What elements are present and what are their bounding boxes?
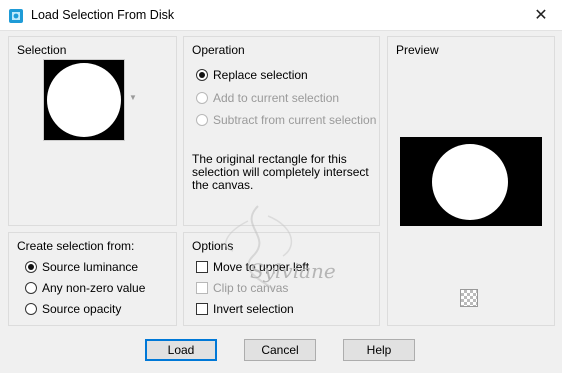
source-opacity-radio[interactable]: Source opacity — [25, 302, 121, 316]
radio-label: Any non-zero value — [42, 281, 146, 295]
load-button[interactable]: Load — [145, 339, 217, 361]
radio-indicator — [196, 114, 208, 126]
close-button[interactable]: ✕ — [520, 0, 562, 30]
checkbox-label: Invert selection — [213, 302, 294, 316]
help-button[interactable]: Help — [343, 339, 415, 361]
window-title: Load Selection From Disk — [31, 8, 175, 22]
preview-selection-shape — [432, 144, 508, 220]
selection-group-title: Selection — [17, 43, 67, 57]
checkbox-box[interactable] — [196, 303, 208, 315]
operation-group: Operation Replace selection Add to curre… — [183, 36, 380, 226]
radio-label: Source opacity — [42, 302, 122, 316]
radio-label: Add to current selection — [213, 91, 340, 105]
selection-thumbnail-dropdown[interactable] — [43, 59, 125, 141]
any-non-zero-value-radio[interactable]: Any non-zero value — [25, 281, 145, 295]
create-selection-group: Create selection from: Source luminance … — [8, 232, 177, 326]
subtract-from-current-selection-radio: Subtract from current selection — [196, 113, 376, 127]
radio-indicator[interactable] — [25, 303, 37, 315]
create-selection-group-title: Create selection from: — [17, 239, 135, 253]
radio-indicator — [196, 92, 208, 104]
title-bar: Load Selection From Disk ✕ — [0, 0, 562, 31]
radio-label: Subtract from current selection — [213, 113, 377, 127]
add-to-current-selection-radio: Add to current selection — [196, 91, 339, 105]
close-icon: ✕ — [534, 7, 548, 24]
dialog-body: Selection ▼ Operation Replace selection … — [0, 31, 562, 373]
radio-label: Replace selection — [213, 68, 308, 82]
app-icon — [9, 9, 23, 23]
source-luminance-radio[interactable]: Source luminance — [25, 260, 138, 274]
cancel-button[interactable]: Cancel — [244, 339, 316, 361]
radio-indicator[interactable] — [196, 69, 208, 81]
radio-indicator[interactable] — [25, 261, 37, 273]
radio-indicator[interactable] — [25, 282, 37, 294]
chevron-down-icon[interactable]: ▼ — [129, 93, 137, 102]
operation-info-text: The original rectangle for this selectio… — [192, 152, 369, 192]
watermark-text: Sylviane — [250, 259, 336, 283]
invert-selection-checkbox[interactable]: Invert selection — [196, 302, 294, 316]
radio-label: Source luminance — [42, 260, 139, 274]
preview-image — [400, 137, 542, 226]
checkerboard-icon[interactable] — [460, 289, 478, 307]
selection-group: Selection ▼ — [8, 36, 177, 226]
preview-group-title: Preview — [396, 43, 439, 57]
selection-shape — [47, 63, 121, 137]
replace-selection-radio[interactable]: Replace selection — [196, 68, 308, 82]
preview-group: Preview — [387, 36, 555, 326]
operation-group-title: Operation — [192, 43, 245, 57]
